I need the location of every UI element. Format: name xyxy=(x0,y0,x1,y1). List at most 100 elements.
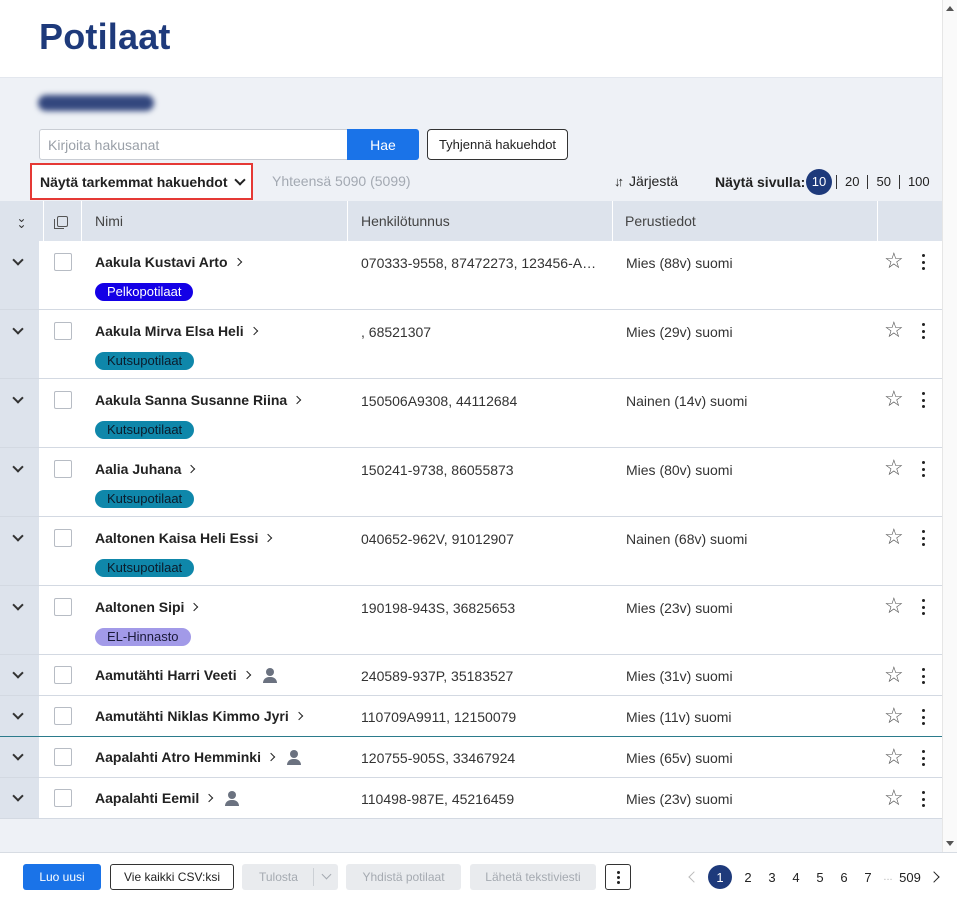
row-expand-toggle[interactable] xyxy=(0,310,39,378)
row-expand-toggle[interactable] xyxy=(0,586,39,654)
merge-patients-button[interactable]: Yhdistä potilaat xyxy=(346,864,461,890)
row-expand-toggle[interactable] xyxy=(0,379,39,447)
row-checkbox[interactable] xyxy=(54,748,72,766)
previous-page-icon[interactable] xyxy=(688,871,700,883)
page-size-option-20[interactable]: 20 xyxy=(836,175,867,189)
sort-button[interactable]: ↓↑ Järjestä xyxy=(614,173,678,189)
search-input[interactable] xyxy=(39,129,348,160)
favorite-star-icon[interactable]: ☆ xyxy=(884,250,904,272)
table-row[interactable]: Aaltonen Sipi EL-Hinnasto 190198-943S, 368… xyxy=(0,586,942,655)
favorite-star-icon[interactable]: ☆ xyxy=(884,746,904,768)
page-3[interactable]: 3 xyxy=(760,870,784,885)
page-size-option-10[interactable]: 10 xyxy=(806,169,832,195)
row-checkbox[interactable] xyxy=(54,322,72,340)
patient-name-link[interactable]: Aamutähti Niklas Kimmo Jyri xyxy=(95,708,303,724)
scroll-up-arrow-icon[interactable] xyxy=(946,6,954,11)
favorite-star-icon[interactable]: ☆ xyxy=(884,595,904,617)
row-checkbox[interactable] xyxy=(54,253,72,271)
create-new-button[interactable]: Luo uusi xyxy=(23,864,101,890)
row-more-actions-icon[interactable] xyxy=(918,668,928,684)
row-expand-toggle[interactable] xyxy=(0,778,39,818)
patient-name-link[interactable]: Aakula Kustavi Arto xyxy=(95,254,242,270)
page-2[interactable]: 2 xyxy=(736,870,760,885)
row-checkbox[interactable] xyxy=(54,666,72,684)
row-more-actions-icon[interactable] xyxy=(918,709,928,725)
row-checkbox[interactable] xyxy=(54,460,72,478)
chevron-right-icon xyxy=(292,395,302,405)
patient-name-link[interactable]: Aapalahti Atro Hemminki xyxy=(95,749,301,765)
print-dropdown-button[interactable]: Tulosta xyxy=(242,864,338,890)
table-row[interactable]: Aapalahti Eemil 110498-987E, 45216459 Mies… xyxy=(0,778,942,819)
patient-group-badge: Pelkopotilaat xyxy=(95,283,194,301)
patient-hetu: , 68521307 xyxy=(361,324,432,340)
table-row[interactable]: Aakula Sanna Susanne Riina Kutsupotilaat 1… xyxy=(0,379,942,448)
row-expand-toggle[interactable] xyxy=(0,655,39,695)
patient-name-link[interactable]: Aamutähti Harri Veeti xyxy=(95,667,277,683)
row-checkbox[interactable] xyxy=(54,789,72,807)
clear-filters-button[interactable]: Tyhjennä hakuehdot xyxy=(427,129,568,160)
row-more-actions-icon[interactable] xyxy=(918,323,928,339)
column-header-name[interactable]: Nimi xyxy=(82,201,348,241)
patient-name: Aapalahti Eemil xyxy=(95,790,200,806)
patient-name-link[interactable]: Aapalahti Eemil xyxy=(95,790,240,806)
favorite-star-icon[interactable]: ☆ xyxy=(884,457,904,479)
page-last[interactable]: 509 xyxy=(896,870,924,885)
select-all-toggle[interactable] xyxy=(44,201,82,241)
column-header-hetu[interactable]: Henkilötunnus xyxy=(348,201,613,241)
scroll-down-arrow-icon[interactable] xyxy=(946,841,954,846)
vertical-scrollbar[interactable] xyxy=(942,0,957,852)
page-6[interactable]: 6 xyxy=(832,870,856,885)
row-expand-toggle[interactable] xyxy=(0,241,39,309)
favorite-star-icon[interactable]: ☆ xyxy=(884,319,904,341)
row-more-actions-icon[interactable] xyxy=(918,750,928,766)
table-row[interactable]: Aamutähti Niklas Kimmo Jyri 110709A9911, … xyxy=(0,696,942,737)
favorite-star-icon[interactable]: ☆ xyxy=(884,388,904,410)
patient-basic-info: Mies (88v) suomi xyxy=(626,255,733,271)
row-more-actions-icon[interactable] xyxy=(918,530,928,546)
patient-name-link[interactable]: Aalia Juhana xyxy=(95,461,196,477)
search-button[interactable]: Hae xyxy=(347,129,419,160)
row-checkbox[interactable] xyxy=(54,707,72,725)
expand-all-toggle[interactable]: ⌄ ⌄ xyxy=(0,201,44,241)
row-checkbox[interactable] xyxy=(54,391,72,409)
export-csv-button[interactable]: Vie kaikki CSV:ksi xyxy=(110,864,234,890)
send-sms-button[interactable]: Lähetä tekstiviesti xyxy=(470,864,596,890)
patient-name-link[interactable]: Aaltonen Kaisa Heli Essi xyxy=(95,530,273,546)
page-7[interactable]: 7 xyxy=(856,870,880,885)
patient-hetu: 110709A9911, 12150079 xyxy=(361,709,517,725)
table-row[interactable]: Aapalahti Atro Hemminki 120755-905S, 3346… xyxy=(0,737,942,778)
patient-name-link[interactable]: Aaltonen Sipi xyxy=(95,599,199,615)
row-expand-toggle[interactable] xyxy=(0,448,39,516)
patient-name-link[interactable]: Aakula Sanna Susanne Riina xyxy=(95,392,302,408)
page-size-option-100[interactable]: 100 xyxy=(898,175,938,189)
favorite-star-icon[interactable]: ☆ xyxy=(884,705,904,727)
row-expand-toggle[interactable] xyxy=(0,737,39,777)
page-5[interactable]: 5 xyxy=(808,870,832,885)
page-size-label: Näytä sivulla: xyxy=(715,174,806,190)
table-row[interactable]: Aakula Mirva Elsa Heli Kutsupotilaat , 685… xyxy=(0,310,942,379)
page-size-option-50[interactable]: 50 xyxy=(867,175,898,189)
page-4[interactable]: 4 xyxy=(784,870,808,885)
favorite-star-icon[interactable]: ☆ xyxy=(884,787,904,809)
row-more-actions-icon[interactable] xyxy=(918,599,928,615)
row-checkbox[interactable] xyxy=(54,529,72,547)
row-expand-toggle[interactable] xyxy=(0,696,39,736)
column-header-info[interactable]: Perustiedot xyxy=(613,201,878,241)
row-more-actions-icon[interactable] xyxy=(918,791,928,807)
page-current[interactable]: 1 xyxy=(708,865,732,889)
row-more-actions-icon[interactable] xyxy=(918,392,928,408)
next-page-icon[interactable] xyxy=(928,871,940,883)
row-expand-toggle[interactable] xyxy=(0,517,39,585)
more-actions-button[interactable] xyxy=(605,864,631,890)
advanced-search-toggle[interactable]: Näytä tarkemmat hakuehdot xyxy=(30,163,253,200)
table-row[interactable]: Aakula Kustavi Arto Pelkopotilaat 070333-9… xyxy=(0,241,942,310)
row-more-actions-icon[interactable] xyxy=(918,254,928,270)
row-more-actions-icon[interactable] xyxy=(918,461,928,477)
favorite-star-icon[interactable]: ☆ xyxy=(884,664,904,686)
table-row[interactable]: Aaltonen Kaisa Heli Essi Kutsupotilaat 040… xyxy=(0,517,942,586)
row-checkbox[interactable] xyxy=(54,598,72,616)
patient-name-link[interactable]: Aakula Mirva Elsa Heli xyxy=(95,323,258,339)
table-row[interactable]: Aamutähti Harri Veeti 240589-937P, 351835… xyxy=(0,655,942,696)
table-row[interactable]: Aalia Juhana Kutsupotilaat 150241-9738, 86… xyxy=(0,448,942,517)
favorite-star-icon[interactable]: ☆ xyxy=(884,526,904,548)
